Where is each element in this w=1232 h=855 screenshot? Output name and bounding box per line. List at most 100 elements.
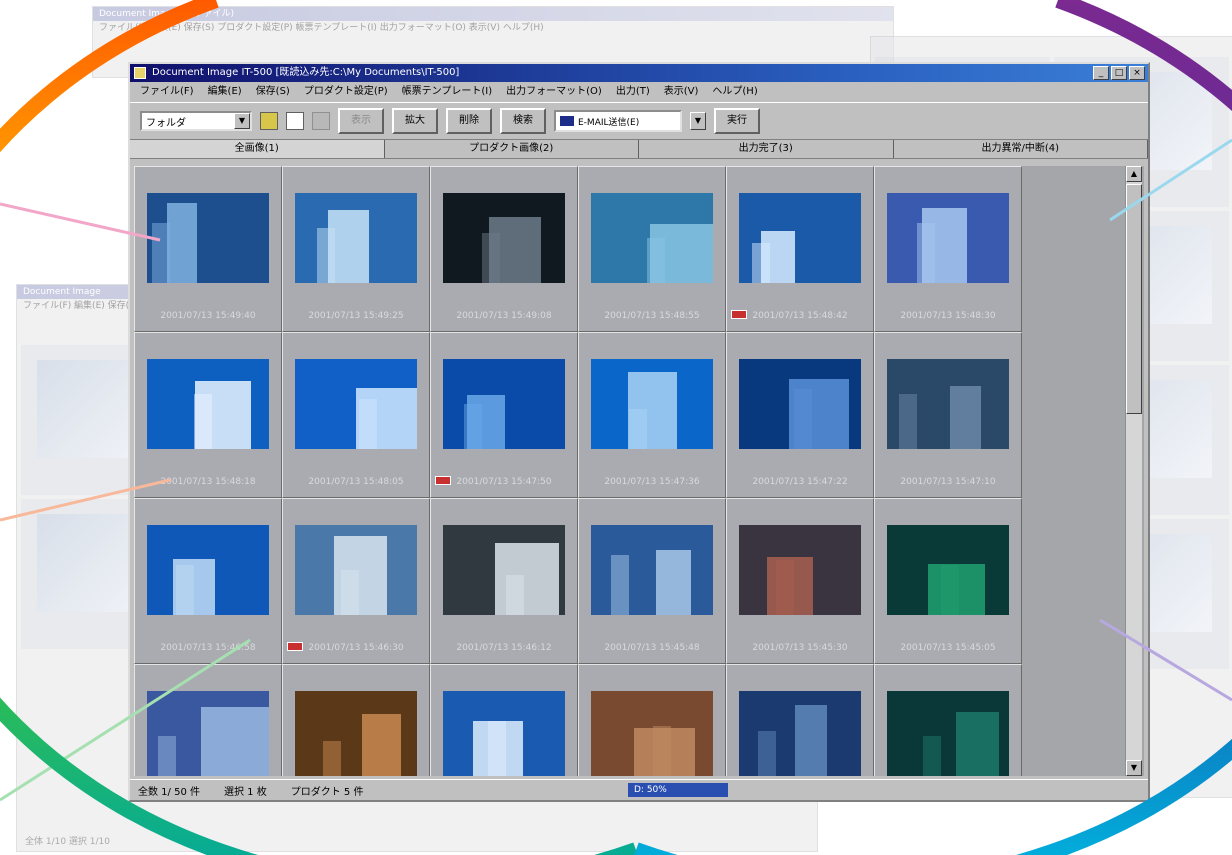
menu-output-format[interactable]: 出力フォーマット(O) <box>506 82 602 102</box>
tab-bar: 全画像(1) プロダクト画像(2) 出力完了(3) 出力異常/中断(4) <box>130 140 1148 159</box>
thumbnail-caption: 2001/07/13 15:47:36 <box>604 477 700 487</box>
menu-edit[interactable]: 編集(E) <box>208 82 242 102</box>
building-photo-icon <box>739 359 861 449</box>
email-send-select-value: E-MAIL送信(E) <box>578 117 640 128</box>
toolbar: フォルダ ▼ 表示 拡大 削除 検索 E-MAIL送信(E) ▼ 実行 <box>130 102 1148 140</box>
tab-output-complete[interactable]: 出力完了(3) <box>639 140 894 158</box>
thumbnail-caption: 2001/07/13 15:49:25 <box>308 311 404 321</box>
thumbnail-caption: 2001/07/13 15:48:55 <box>604 311 700 321</box>
building-photo-icon <box>295 359 417 449</box>
execute-button[interactable]: 実行 <box>714 108 760 134</box>
thumbnail-caption: 2001/07/13 15:46:12 <box>456 643 552 653</box>
thumbnail-item[interactable]: 2001/07/13 15:48:18 <box>134 332 282 498</box>
thumbnail-item[interactable]: 2001/07/13 15:45:48 <box>578 498 726 664</box>
thumbnail-item[interactable]: 2001/07/13 15:45:30 <box>726 498 874 664</box>
scroll-down-icon[interactable]: ▼ <box>1126 760 1142 776</box>
menu-help[interactable]: ヘルプ(H) <box>712 82 757 102</box>
building-photo-icon <box>443 193 565 283</box>
building-photo-icon <box>295 691 417 776</box>
thumbnail-caption: 2001/07/13 15:45:48 <box>604 643 700 653</box>
thumbnail-caption: 2001/07/13 15:45:05 <box>900 643 996 653</box>
tab-output-error[interactable]: 出力異常/中断(4) <box>893 140 1148 158</box>
thumbnail-item[interactable] <box>578 664 726 776</box>
chevron-down-icon[interactable]: ▼ <box>234 113 250 129</box>
building-photo-icon <box>147 525 269 615</box>
thumbnail-area: 2001/07/13 15:49:40 2001/07/13 15:49:25 20… <box>134 166 1144 776</box>
thumbnail-item[interactable] <box>726 664 874 776</box>
status-drive: D: 50% <box>628 783 728 797</box>
thumbnail-grid: 2001/07/13 15:49:40 2001/07/13 15:49:25 20… <box>134 166 1022 776</box>
status-product: プロダクト 5 件 <box>290 786 364 798</box>
background-window-title: Document Image ... (ファイル) <box>93 7 893 21</box>
email-send-select[interactable]: E-MAIL送信(E) <box>554 110 682 132</box>
tab-all-images[interactable]: 全画像(1) <box>130 140 385 158</box>
thumbnail-caption: 2001/07/13 15:48:30 <box>900 311 996 321</box>
thumbnail-item[interactable]: 2001/07/13 15:46:58 <box>134 498 282 664</box>
show-button[interactable]: 表示 <box>338 108 384 134</box>
building-photo-icon <box>887 691 1009 776</box>
search-button[interactable]: 検索 <box>500 108 546 134</box>
building-photo-icon <box>147 359 269 449</box>
thumbnail-caption: 2001/07/13 15:47:10 <box>900 477 996 487</box>
thumbnail-item[interactable]: 2001/07/13 15:45:05 <box>874 498 1022 664</box>
thumbnail-item[interactable]: 2001/07/13 15:48:55 <box>578 166 726 332</box>
menu-product-settings[interactable]: プロダクト設定(P) <box>304 82 388 102</box>
chevron-down-icon[interactable]: ▼ <box>690 112 706 130</box>
title-bar[interactable]: Document Image IT-500 [既読込み先:C:\My Docum… <box>130 64 1148 82</box>
thumbnail-item[interactable]: 2001/07/13 15:48:42 <box>726 166 874 332</box>
thumbnail-item[interactable] <box>282 664 430 776</box>
building-photo-icon <box>147 193 269 283</box>
thumbnail-caption: 2001/07/13 15:47:22 <box>752 477 848 487</box>
thumbnail-item[interactable] <box>134 664 282 776</box>
thumbnail-item[interactable]: 2001/07/13 15:49:25 <box>282 166 430 332</box>
zoom-button[interactable]: 拡大 <box>392 108 438 134</box>
status-total: 全数 1/ 50 件 <box>138 786 200 798</box>
building-photo-icon <box>295 193 417 283</box>
folder-icon[interactable] <box>260 112 278 130</box>
thumbnail-item[interactable]: 2001/07/13 15:47:10 <box>874 332 1022 498</box>
thumbnail-item[interactable]: 2001/07/13 15:48:05 <box>282 332 430 498</box>
thumbnail-caption: 2001/07/13 15:48:05 <box>308 477 404 487</box>
menu-file[interactable]: ファイル(F) <box>140 82 194 102</box>
thumbnail-item[interactable]: 2001/07/13 15:47:36 <box>578 332 726 498</box>
building-photo-icon <box>887 525 1009 615</box>
window-title: Document Image IT-500 [既読込み先:C:\My Docum… <box>152 67 460 78</box>
thumbnail-caption: 2001/07/13 15:46:58 <box>160 643 256 653</box>
mail-icon <box>560 116 574 126</box>
menu-save[interactable]: 保存(S) <box>256 82 290 102</box>
building-photo-icon <box>443 691 565 776</box>
building-photo-icon <box>443 359 565 449</box>
delete-button[interactable]: 削除 <box>446 108 492 134</box>
status-selected: 選択 1 枚 <box>224 786 267 798</box>
thumbnail-item[interactable]: 2001/07/13 15:46:30 <box>282 498 430 664</box>
building-photo-icon <box>295 525 417 615</box>
thumbnail-item[interactable]: 2001/07/13 15:48:30 <box>874 166 1022 332</box>
thumbnail-item[interactable]: 2001/07/13 15:47:50 <box>430 332 578 498</box>
building-photo-icon <box>591 359 713 449</box>
thumbnail-item[interactable]: 2001/07/13 15:46:12 <box>430 498 578 664</box>
window-icon[interactable] <box>286 112 304 130</box>
scrollbar-thumb[interactable] <box>1126 184 1142 414</box>
menu-form-template[interactable]: 帳票テンプレート(I) <box>402 82 492 102</box>
thumbnail-item[interactable] <box>430 664 578 776</box>
minimize-button[interactable]: _ <box>1093 66 1109 80</box>
background-window-menu: ファイル(F) 編集(E) 保存(S) プロダクト設定(P) 帳票テンプレート(… <box>99 23 544 33</box>
vertical-scrollbar[interactable]: ▲ ▼ <box>1125 166 1142 776</box>
menu-output[interactable]: 出力(T) <box>616 82 650 102</box>
maximize-button[interactable]: □ <box>1111 66 1127 80</box>
folder-select-value: フォルダ <box>146 117 186 129</box>
thumbnail-item[interactable]: 2001/07/13 15:49:08 <box>430 166 578 332</box>
building-photo-icon <box>739 691 861 776</box>
view-icon[interactable] <box>312 112 330 130</box>
folder-select[interactable]: フォルダ ▼ <box>140 111 252 131</box>
menu-view[interactable]: 表示(V) <box>664 82 699 102</box>
app-icon <box>134 67 146 79</box>
thumbnail-item[interactable]: 2001/07/13 15:47:22 <box>726 332 874 498</box>
tab-product-images[interactable]: プロダクト画像(2) <box>384 140 639 158</box>
scroll-up-icon[interactable]: ▲ <box>1126 166 1142 182</box>
thumbnail-item[interactable] <box>874 664 1022 776</box>
close-button[interactable]: × <box>1129 66 1145 80</box>
thumbnail-item[interactable]: 2001/07/13 15:49:40 <box>134 166 282 332</box>
building-photo-icon <box>591 691 713 776</box>
menu-bar: ファイル(F) 編集(E) 保存(S) プロダクト設定(P) 帳票テンプレート(… <box>130 82 1148 102</box>
